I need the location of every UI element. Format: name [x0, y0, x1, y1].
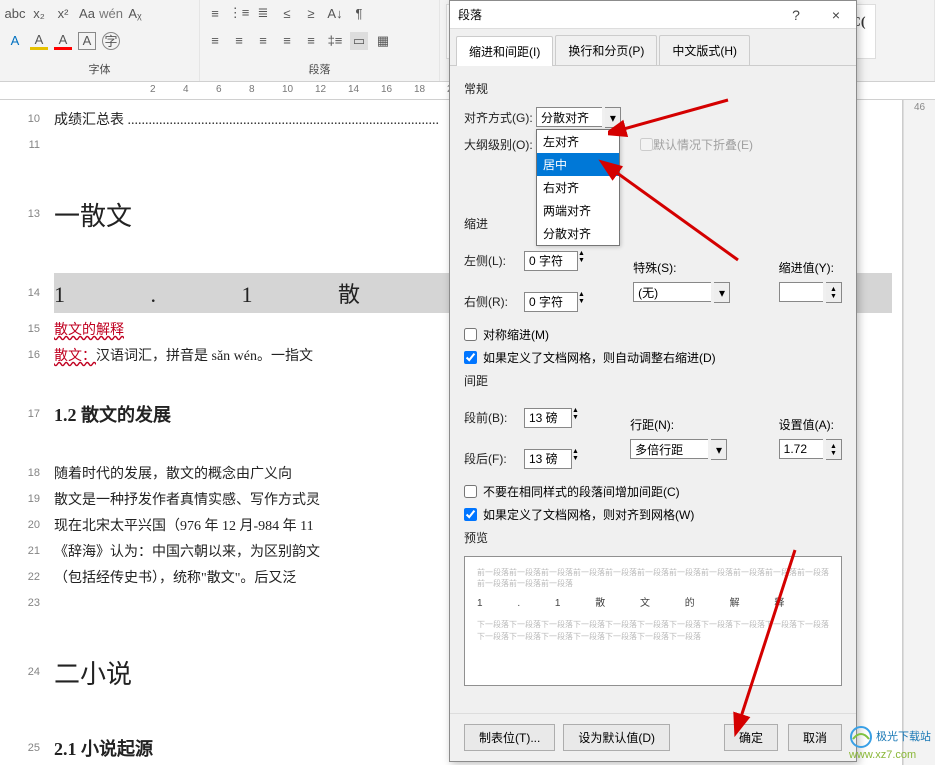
dec-indent-icon[interactable]: ≤: [278, 4, 296, 22]
spinner-icon[interactable]: ▲▼: [578, 250, 585, 271]
strike-icon[interactable]: abc: [6, 4, 24, 22]
highlight-icon[interactable]: A: [6, 32, 24, 50]
char-border-icon[interactable]: A: [78, 32, 96, 50]
chevron-down-icon[interactable]: ▾: [711, 439, 727, 460]
linespacing-icon[interactable]: ‡≡: [326, 32, 344, 50]
enclose-icon[interactable]: 字: [102, 32, 120, 50]
left-indent-input[interactable]: [524, 251, 578, 271]
space-after-label: 段后(F):: [464, 450, 524, 467]
phonetic-icon[interactable]: wén: [102, 4, 120, 22]
case-icon[interactable]: Aa: [78, 4, 96, 22]
watermark: 极光下载站 www.xz7.com: [849, 725, 931, 761]
tabs-button[interactable]: 制表位(T)...: [464, 724, 555, 751]
close-button[interactable]: ×: [816, 1, 856, 29]
right-indent-input[interactable]: [524, 292, 578, 312]
auto-right-indent-label: 如果定义了文档网格，则自动调整右缩进(D): [483, 349, 716, 366]
set-value-label: 设置值(A):: [779, 416, 834, 433]
dialog-tabs: 缩进和间距(I) 换行和分页(P) 中文版式(H): [450, 29, 856, 66]
multilevel-icon[interactable]: ≣: [254, 4, 272, 22]
indent-value-input[interactable]: ▲▼: [779, 282, 842, 303]
tab-line-page-breaks[interactable]: 换行和分页(P): [555, 35, 657, 65]
showmarks-icon[interactable]: ¶: [350, 4, 368, 22]
tab-asian-typography[interactable]: 中文版式(H): [659, 35, 750, 65]
snap-grid-checkbox[interactable]: [464, 508, 477, 521]
paragraph-group-label: 段落: [206, 61, 433, 77]
shading-icon[interactable]: ▭: [350, 32, 368, 50]
special-value[interactable]: [633, 282, 711, 302]
spinner-icon[interactable]: ▲▼: [826, 439, 842, 460]
spinner-icon[interactable]: ▲▼: [578, 291, 585, 312]
chevron-down-icon[interactable]: ▾: [714, 282, 730, 303]
sup-icon[interactable]: x²: [54, 4, 72, 22]
right-indent-label: 右侧(R):: [464, 293, 524, 310]
sort-icon[interactable]: A↓: [326, 4, 344, 22]
linespacing-value[interactable]: [630, 439, 708, 459]
auto-right-indent-checkbox[interactable]: [464, 351, 477, 364]
set-value-input[interactable]: ▲▼: [779, 439, 842, 460]
sym-indent-checkbox[interactable]: [464, 328, 477, 341]
align-left-icon[interactable]: ≡: [206, 32, 224, 50]
special-combo[interactable]: ▾: [633, 282, 730, 303]
alignment-label: 对齐方式(G):: [464, 109, 536, 126]
borders-icon[interactable]: ▦: [374, 32, 392, 50]
sym-indent-label: 对称缩进(M): [483, 326, 549, 343]
dialog-titlebar: 段落 ? ×: [450, 1, 856, 29]
align-right-icon[interactable]: ≡: [254, 32, 272, 50]
sub-icon[interactable]: x₂: [30, 4, 48, 22]
tab-indent-spacing[interactable]: 缩进和间距(I): [456, 36, 553, 66]
font-color-icon[interactable]: A: [30, 32, 48, 50]
spinner-icon[interactable]: ▲▼: [572, 407, 579, 428]
font-group-label: 字体: [6, 61, 193, 77]
no-space-same-style-label: 不要在相同样式的段落间增加间距(C): [483, 483, 680, 500]
spinner-icon[interactable]: ▲▼: [572, 448, 579, 469]
alignment-value[interactable]: [536, 107, 602, 127]
space-before-input[interactable]: [524, 408, 572, 428]
align-center-icon[interactable]: ≡: [230, 32, 248, 50]
aurora-logo-icon: [849, 725, 873, 749]
align-justify-icon[interactable]: ≡: [278, 32, 296, 50]
bullets-icon[interactable]: ≡: [206, 4, 224, 22]
dialog-title: 段落: [450, 6, 776, 23]
clear-format-icon[interactable]: Aᵪ: [126, 4, 144, 22]
spinner-icon[interactable]: ▲▼: [826, 282, 842, 303]
ruler-right-label: 46: [903, 100, 935, 765]
distribute-icon[interactable]: ≡: [302, 32, 320, 50]
annotation-arrow: [598, 140, 748, 270]
indent-value-label: 缩进值(Y):: [779, 259, 834, 276]
help-button[interactable]: ?: [776, 1, 816, 29]
set-default-button[interactable]: 设为默认值(D): [563, 724, 670, 751]
space-after-input[interactable]: [524, 449, 572, 469]
numbering-icon[interactable]: ⋮≡: [230, 4, 248, 22]
space-before-label: 段前(B):: [464, 409, 524, 426]
left-indent-label: 左侧(L):: [464, 252, 524, 269]
linespacing-label: 行距(N):: [630, 416, 674, 433]
no-space-same-style-checkbox[interactable]: [464, 485, 477, 498]
section-spacing: 间距: [464, 372, 842, 389]
linespacing-combo[interactable]: ▾: [630, 439, 727, 460]
char-shading-icon[interactable]: A: [54, 32, 72, 50]
annotation-arrow: [725, 540, 805, 740]
outline-label: 大纲级别(O):: [464, 136, 536, 153]
inc-indent-icon[interactable]: ≥: [302, 4, 320, 22]
snap-grid-label: 如果定义了文档网格，则对齐到网格(W): [483, 506, 694, 523]
